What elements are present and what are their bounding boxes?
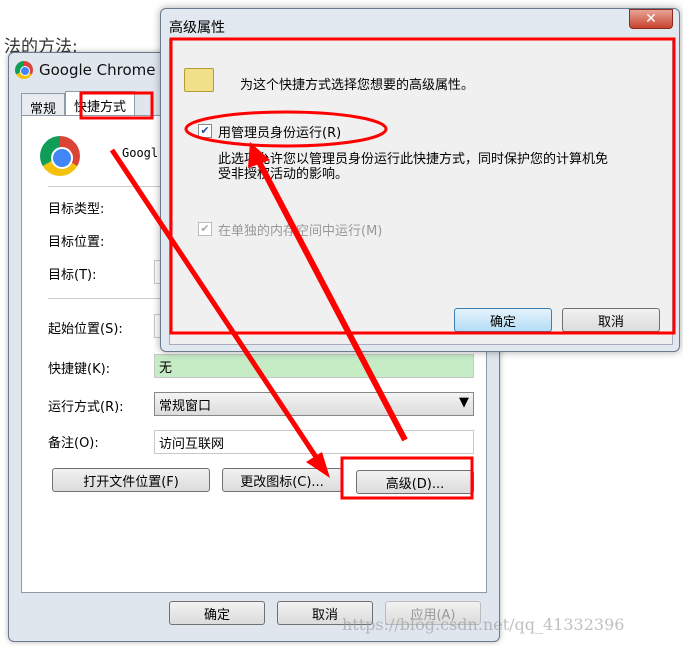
run-select[interactable]: 常规窗口 ▼ [154,392,474,416]
chrome-shortcut-icon [40,136,80,176]
description-text: 此选项允许您以管理员身份运行此快捷方式，同时保护您的计算机免受非授权活动的影响。 [218,152,609,182]
prompt-text: 为这个快捷方式选择您想要的高级属性。 [240,78,475,93]
target-label: 目标(T): [48,268,97,283]
dialog-title: 高级属性 [169,20,225,36]
change-icon-button[interactable]: 更改图标(C)... [222,468,342,492]
dialog-ok-button[interactable]: 确定 [454,308,552,332]
dropdown-arrow-icon: ▼ [459,395,469,410]
advanced-properties-dialog: 高级属性 ✕ 为这个快捷方式选择您想要的高级属性。 ✔ 用管理员身份运行(R) … [160,8,680,352]
comment-label: 备注(O): [48,436,99,451]
comment-input[interactable]: 访问互联网 [154,430,474,454]
chrome-icon [15,60,33,79]
watermark: https://blog.csdn.net/qq_41332396 [342,615,625,634]
advanced-button[interactable]: 高级(D)... [356,470,474,494]
run-label: 运行方式(R): [48,400,124,415]
shortcut-key-label: 快捷键(K): [48,362,111,377]
target-type-label: 目标类型: [48,202,105,217]
separate-memory-checkbox[interactable]: ✔ [198,222,212,236]
run-as-admin-checkbox[interactable]: ✔ [198,124,212,138]
separate-memory-label[interactable]: 在单独的内存空间中运行(M) [218,220,382,239]
properties-folder-icon [184,68,214,92]
start-in-label: 起始位置(S): [48,322,123,337]
ok-button[interactable]: 确定 [169,601,265,625]
run-as-admin-label[interactable]: 用管理员身份运行(R) [218,122,341,141]
close-button[interactable]: ✕ [629,9,673,29]
open-file-location-button[interactable]: 打开文件位置(F) [52,468,210,492]
app-name: Googl [122,146,159,160]
dialog-cancel-button[interactable]: 取消 [562,308,660,332]
target-location-label: 目标位置: [48,235,105,250]
shortcut-key-input[interactable]: 无 [154,354,474,378]
